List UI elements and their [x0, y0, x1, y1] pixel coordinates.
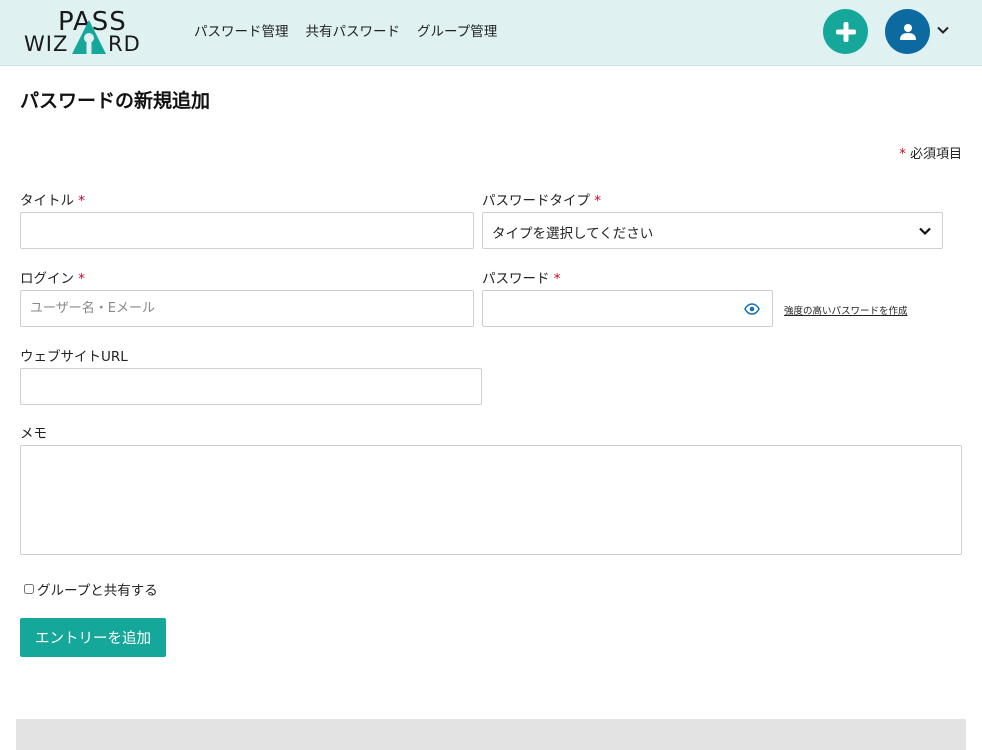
website-url-input[interactable]	[20, 368, 482, 405]
memo-textarea[interactable]	[20, 445, 962, 555]
password-type-selected: タイプを選択してください	[492, 226, 654, 242]
nav-item-group-management[interactable]: グループ管理	[417, 20, 497, 40]
password-label: パスワード *	[482, 267, 561, 287]
logo-keyhole-icon	[72, 20, 106, 54]
nav-item-password-management[interactable]: パスワード管理	[194, 20, 289, 40]
required-mark: *	[594, 193, 602, 209]
password-label-text: パスワード	[482, 271, 550, 287]
share-with-group-checkbox[interactable]	[24, 584, 34, 594]
memo-label: メモ	[20, 426, 47, 442]
nav-item-shared-passwords[interactable]: 共有パスワード	[306, 20, 401, 40]
login-label: ログイン *	[20, 267, 85, 287]
logo-text-right: RD	[108, 32, 141, 56]
required-mark: *	[899, 147, 906, 162]
add-entry-button[interactable]	[823, 9, 868, 54]
page-title: パスワードの新規追加	[20, 90, 211, 112]
website-label: ウェブサイトURL	[20, 349, 128, 365]
app-header: PASS WIZ RD パスワード管理 共有パスワード グループ管理	[0, 0, 982, 66]
login-input[interactable]	[20, 290, 474, 327]
required-mark: *	[78, 271, 86, 287]
required-mark: *	[78, 193, 86, 209]
required-note: * 必須項目	[899, 143, 962, 162]
user-icon	[899, 23, 916, 40]
footer-bar	[16, 719, 966, 750]
required-mark: *	[553, 271, 561, 287]
app-logo[interactable]: PASS WIZ RD	[24, 8, 150, 56]
main-nav: パスワード管理 共有パスワード グループ管理	[194, 20, 497, 40]
title-label: タイトル *	[20, 189, 85, 209]
login-label-text: ログイン	[20, 271, 74, 287]
password-input[interactable]	[483, 291, 723, 326]
chevron-down-icon[interactable]	[935, 22, 951, 38]
user-menu-button[interactable]	[885, 9, 930, 54]
share-with-group-label: グループと共有する	[37, 583, 158, 599]
password-type-select[interactable]: タイプを選択してください	[482, 212, 943, 249]
chevron-down-icon	[919, 227, 931, 236]
title-input[interactable]	[20, 212, 474, 249]
eye-icon[interactable]	[744, 303, 760, 315]
title-label-text: タイトル	[20, 193, 74, 209]
password-type-label: パスワードタイプ *	[482, 189, 601, 209]
add-entry-submit-button[interactable]: エントリーを追加	[20, 618, 166, 657]
share-with-group-option[interactable]: グループと共有する	[24, 579, 158, 599]
logo-text-left: WIZ	[24, 32, 69, 56]
generate-password-link[interactable]: 強度の高いパスワードを作成	[784, 303, 908, 317]
required-note-text: 必須項目	[909, 147, 962, 162]
plus-icon	[835, 21, 856, 42]
password-type-label-text: パスワードタイプ	[482, 193, 590, 209]
password-field	[482, 290, 773, 327]
